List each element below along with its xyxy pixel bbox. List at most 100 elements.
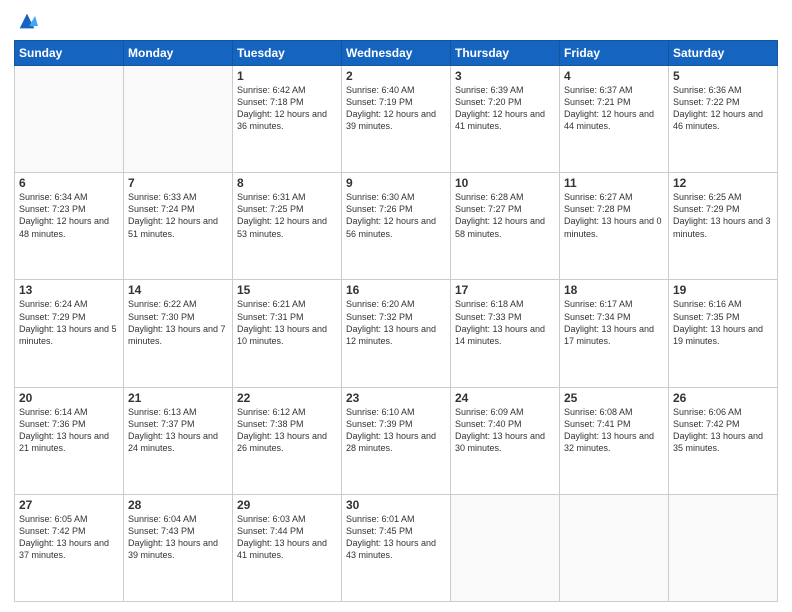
calendar-cell: 22Sunrise: 6:12 AM Sunset: 7:38 PM Dayli… <box>233 387 342 494</box>
cell-info: Sunrise: 6:31 AM Sunset: 7:25 PM Dayligh… <box>237 191 337 240</box>
cell-info: Sunrise: 6:08 AM Sunset: 7:41 PM Dayligh… <box>564 406 664 455</box>
calendar-cell: 6Sunrise: 6:34 AM Sunset: 7:23 PM Daylig… <box>15 173 124 280</box>
day-number: 22 <box>237 391 337 405</box>
day-number: 14 <box>128 283 228 297</box>
day-number: 2 <box>346 69 446 83</box>
calendar-cell: 3Sunrise: 6:39 AM Sunset: 7:20 PM Daylig… <box>451 66 560 173</box>
calendar-cell: 30Sunrise: 6:01 AM Sunset: 7:45 PM Dayli… <box>342 494 451 601</box>
day-number: 9 <box>346 176 446 190</box>
calendar-cell: 7Sunrise: 6:33 AM Sunset: 7:24 PM Daylig… <box>124 173 233 280</box>
cell-info: Sunrise: 6:21 AM Sunset: 7:31 PM Dayligh… <box>237 298 337 347</box>
calendar-cell <box>15 66 124 173</box>
day-number: 17 <box>455 283 555 297</box>
calendar-cell: 29Sunrise: 6:03 AM Sunset: 7:44 PM Dayli… <box>233 494 342 601</box>
cell-info: Sunrise: 6:10 AM Sunset: 7:39 PM Dayligh… <box>346 406 446 455</box>
weekday-header-wednesday: Wednesday <box>342 41 451 66</box>
day-number: 24 <box>455 391 555 405</box>
day-number: 29 <box>237 498 337 512</box>
cell-info: Sunrise: 6:33 AM Sunset: 7:24 PM Dayligh… <box>128 191 228 240</box>
day-number: 7 <box>128 176 228 190</box>
day-number: 4 <box>564 69 664 83</box>
page: SundayMondayTuesdayWednesdayThursdayFrid… <box>0 0 792 612</box>
weekday-header-thursday: Thursday <box>451 41 560 66</box>
cell-info: Sunrise: 6:27 AM Sunset: 7:28 PM Dayligh… <box>564 191 664 240</box>
calendar-cell <box>560 494 669 601</box>
day-number: 19 <box>673 283 773 297</box>
cell-info: Sunrise: 6:17 AM Sunset: 7:34 PM Dayligh… <box>564 298 664 347</box>
day-number: 23 <box>346 391 446 405</box>
calendar-cell <box>669 494 778 601</box>
calendar-cell: 2Sunrise: 6:40 AM Sunset: 7:19 PM Daylig… <box>342 66 451 173</box>
calendar-cell: 14Sunrise: 6:22 AM Sunset: 7:30 PM Dayli… <box>124 280 233 387</box>
cell-info: Sunrise: 6:04 AM Sunset: 7:43 PM Dayligh… <box>128 513 228 562</box>
calendar-cell: 23Sunrise: 6:10 AM Sunset: 7:39 PM Dayli… <box>342 387 451 494</box>
calendar-week-0: 1Sunrise: 6:42 AM Sunset: 7:18 PM Daylig… <box>15 66 778 173</box>
calendar-cell: 5Sunrise: 6:36 AM Sunset: 7:22 PM Daylig… <box>669 66 778 173</box>
calendar-cell: 11Sunrise: 6:27 AM Sunset: 7:28 PM Dayli… <box>560 173 669 280</box>
calendar-cell: 17Sunrise: 6:18 AM Sunset: 7:33 PM Dayli… <box>451 280 560 387</box>
calendar-cell: 4Sunrise: 6:37 AM Sunset: 7:21 PM Daylig… <box>560 66 669 173</box>
calendar-cell: 21Sunrise: 6:13 AM Sunset: 7:37 PM Dayli… <box>124 387 233 494</box>
cell-info: Sunrise: 6:39 AM Sunset: 7:20 PM Dayligh… <box>455 84 555 133</box>
calendar-week-4: 27Sunrise: 6:05 AM Sunset: 7:42 PM Dayli… <box>15 494 778 601</box>
calendar-cell: 25Sunrise: 6:08 AM Sunset: 7:41 PM Dayli… <box>560 387 669 494</box>
day-number: 21 <box>128 391 228 405</box>
calendar-cell: 20Sunrise: 6:14 AM Sunset: 7:36 PM Dayli… <box>15 387 124 494</box>
cell-info: Sunrise: 6:03 AM Sunset: 7:44 PM Dayligh… <box>237 513 337 562</box>
cell-info: Sunrise: 6:05 AM Sunset: 7:42 PM Dayligh… <box>19 513 119 562</box>
cell-info: Sunrise: 6:13 AM Sunset: 7:37 PM Dayligh… <box>128 406 228 455</box>
calendar-week-3: 20Sunrise: 6:14 AM Sunset: 7:36 PM Dayli… <box>15 387 778 494</box>
weekday-header-saturday: Saturday <box>669 41 778 66</box>
day-number: 15 <box>237 283 337 297</box>
cell-info: Sunrise: 6:06 AM Sunset: 7:42 PM Dayligh… <box>673 406 773 455</box>
day-number: 5 <box>673 69 773 83</box>
calendar-cell <box>451 494 560 601</box>
cell-info: Sunrise: 6:42 AM Sunset: 7:18 PM Dayligh… <box>237 84 337 133</box>
calendar-cell: 9Sunrise: 6:30 AM Sunset: 7:26 PM Daylig… <box>342 173 451 280</box>
cell-info: Sunrise: 6:36 AM Sunset: 7:22 PM Dayligh… <box>673 84 773 133</box>
day-number: 30 <box>346 498 446 512</box>
day-number: 11 <box>564 176 664 190</box>
calendar-cell: 13Sunrise: 6:24 AM Sunset: 7:29 PM Dayli… <box>15 280 124 387</box>
cell-info: Sunrise: 6:12 AM Sunset: 7:38 PM Dayligh… <box>237 406 337 455</box>
cell-info: Sunrise: 6:01 AM Sunset: 7:45 PM Dayligh… <box>346 513 446 562</box>
cell-info: Sunrise: 6:22 AM Sunset: 7:30 PM Dayligh… <box>128 298 228 347</box>
day-number: 8 <box>237 176 337 190</box>
calendar-cell: 27Sunrise: 6:05 AM Sunset: 7:42 PM Dayli… <box>15 494 124 601</box>
day-number: 10 <box>455 176 555 190</box>
cell-info: Sunrise: 6:20 AM Sunset: 7:32 PM Dayligh… <box>346 298 446 347</box>
logo-icon <box>16 10 38 32</box>
calendar-cell: 24Sunrise: 6:09 AM Sunset: 7:40 PM Dayli… <box>451 387 560 494</box>
header <box>14 10 778 32</box>
calendar-cell: 1Sunrise: 6:42 AM Sunset: 7:18 PM Daylig… <box>233 66 342 173</box>
cell-info: Sunrise: 6:14 AM Sunset: 7:36 PM Dayligh… <box>19 406 119 455</box>
day-number: 28 <box>128 498 228 512</box>
day-number: 3 <box>455 69 555 83</box>
cell-info: Sunrise: 6:40 AM Sunset: 7:19 PM Dayligh… <box>346 84 446 133</box>
day-number: 1 <box>237 69 337 83</box>
weekday-header-tuesday: Tuesday <box>233 41 342 66</box>
day-number: 27 <box>19 498 119 512</box>
calendar-cell: 8Sunrise: 6:31 AM Sunset: 7:25 PM Daylig… <box>233 173 342 280</box>
logo <box>14 10 38 32</box>
calendar-cell: 19Sunrise: 6:16 AM Sunset: 7:35 PM Dayli… <box>669 280 778 387</box>
cell-info: Sunrise: 6:34 AM Sunset: 7:23 PM Dayligh… <box>19 191 119 240</box>
weekday-header-sunday: Sunday <box>15 41 124 66</box>
calendar-cell: 26Sunrise: 6:06 AM Sunset: 7:42 PM Dayli… <box>669 387 778 494</box>
calendar-week-2: 13Sunrise: 6:24 AM Sunset: 7:29 PM Dayli… <box>15 280 778 387</box>
day-number: 26 <box>673 391 773 405</box>
day-number: 12 <box>673 176 773 190</box>
day-number: 6 <box>19 176 119 190</box>
day-number: 13 <box>19 283 119 297</box>
calendar-cell: 16Sunrise: 6:20 AM Sunset: 7:32 PM Dayli… <box>342 280 451 387</box>
day-number: 18 <box>564 283 664 297</box>
calendar-week-1: 6Sunrise: 6:34 AM Sunset: 7:23 PM Daylig… <box>15 173 778 280</box>
cell-info: Sunrise: 6:28 AM Sunset: 7:27 PM Dayligh… <box>455 191 555 240</box>
cell-info: Sunrise: 6:09 AM Sunset: 7:40 PM Dayligh… <box>455 406 555 455</box>
cell-info: Sunrise: 6:18 AM Sunset: 7:33 PM Dayligh… <box>455 298 555 347</box>
weekday-header-monday: Monday <box>124 41 233 66</box>
calendar-cell: 15Sunrise: 6:21 AM Sunset: 7:31 PM Dayli… <box>233 280 342 387</box>
calendar-cell: 12Sunrise: 6:25 AM Sunset: 7:29 PM Dayli… <box>669 173 778 280</box>
day-number: 25 <box>564 391 664 405</box>
cell-info: Sunrise: 6:30 AM Sunset: 7:26 PM Dayligh… <box>346 191 446 240</box>
